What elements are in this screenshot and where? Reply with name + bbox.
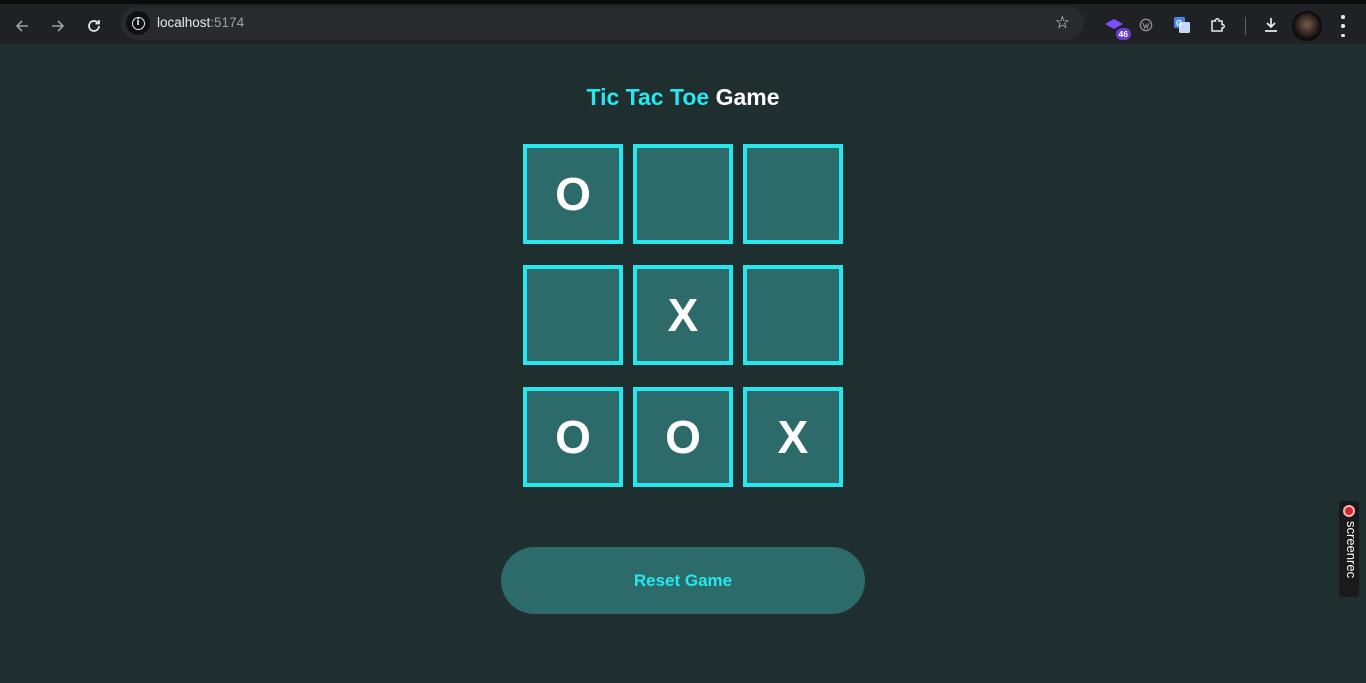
extension-graduation-button[interactable]: 46 (1101, 12, 1131, 40)
reload-button[interactable] (80, 12, 108, 40)
board-cell[interactable] (743, 144, 843, 244)
extensions-menu-button[interactable] (1205, 12, 1231, 38)
url-port: :5174 (210, 15, 245, 30)
wordpress-icon (1139, 18, 1153, 32)
kebab-dot (1341, 33, 1345, 37)
board-cell[interactable] (633, 144, 733, 244)
title-accent: Tic Tac Toe (586, 84, 710, 110)
kebab-dot (1341, 24, 1345, 28)
board-cell[interactable]: O (523, 144, 623, 244)
profile-avatar[interactable] (1292, 11, 1322, 41)
extension-badge: 46 (1115, 28, 1131, 40)
browser-toolbar: i localhost:5174 ☆ 46 G (0, 0, 1366, 44)
url-text[interactable]: localhost:5174 (157, 15, 244, 30)
kebab-dot (1341, 15, 1345, 19)
info-icon: i (131, 16, 145, 30)
url-host: localhost (157, 15, 211, 30)
puzzle-piece-icon (1211, 18, 1225, 32)
arrow-left-icon (15, 20, 28, 32)
back-button[interactable] (8, 12, 36, 40)
board-cell[interactable]: O (523, 387, 623, 487)
arrow-right-icon (52, 20, 65, 32)
screenrec-widget[interactable]: screenrec (1339, 501, 1359, 597)
board-cell[interactable] (743, 265, 843, 365)
extension-translate-button[interactable]: G (1169, 12, 1195, 38)
download-icon (1265, 18, 1277, 32)
reset-game-button[interactable]: Reset Game (501, 547, 865, 614)
downloads-button[interactable] (1258, 12, 1284, 38)
browser-menu-button[interactable] (1335, 15, 1351, 37)
svg-text:G: G (1176, 19, 1182, 28)
board-cell[interactable] (523, 265, 623, 365)
reload-icon (88, 20, 100, 32)
forward-button[interactable] (44, 12, 72, 40)
translate-icon: G (1174, 17, 1190, 33)
extension-wordpress-button[interactable] (1133, 12, 1159, 38)
screenrec-label: screenrec (1344, 521, 1359, 579)
board-cell[interactable]: O (633, 387, 733, 487)
record-dot-icon (1343, 505, 1355, 517)
address-bar[interactable]: i localhost:5174 ☆ (121, 6, 1084, 40)
board-cell[interactable]: X (743, 387, 843, 487)
game-board: O X O O X (523, 144, 843, 487)
bookmark-star-icon[interactable]: ☆ (1055, 13, 1070, 33)
title-rest: Game (715, 84, 780, 110)
toolbar-divider (1245, 17, 1246, 35)
site-info-button[interactable]: i (126, 11, 150, 35)
page-title: Tic Tac Toe Game (0, 84, 1366, 111)
board-cell[interactable]: X (633, 265, 733, 365)
